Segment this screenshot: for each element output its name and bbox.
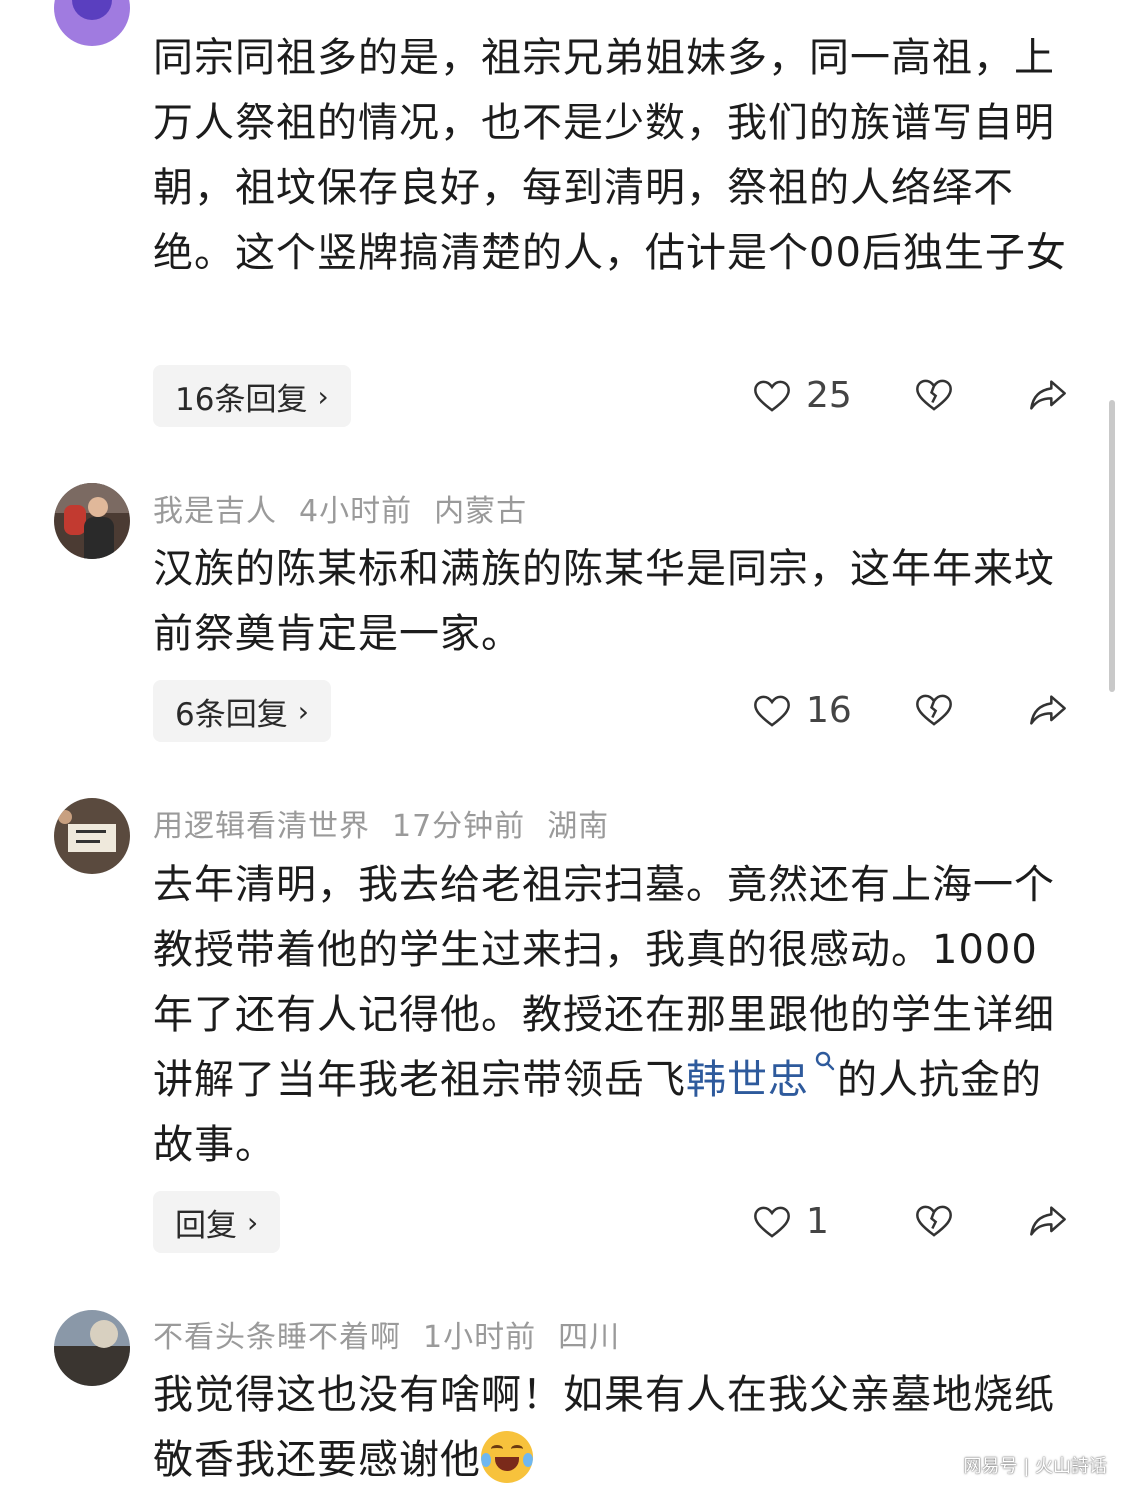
like-button[interactable]: 16 <box>752 690 852 731</box>
chevron-right-icon: › <box>247 1205 259 1239</box>
avatar[interactable] <box>54 1310 130 1386</box>
comment-text: 我觉得这也没有啥啊！如果有人在我父亲墓地烧纸敬香我还要感谢他 <box>153 1363 1073 1490</box>
dislike-button[interactable] <box>914 1201 954 1241</box>
broken-heart-icon <box>916 694 952 726</box>
search-icon[interactable] <box>813 1049 837 1073</box>
reply-count-label: 6条回复 <box>175 696 288 733</box>
chevron-right-icon: › <box>297 694 309 728</box>
dislike-button[interactable] <box>914 375 954 415</box>
username[interactable]: 不看头条睡不着啊 <box>153 1320 401 1355</box>
broken-heart-icon <box>916 379 952 411</box>
share-arrow-icon <box>1030 1206 1066 1236</box>
share-button[interactable] <box>1028 1201 1068 1241</box>
like-button[interactable]: 25 <box>752 375 852 416</box>
share-arrow-icon <box>1030 380 1066 410</box>
heart-outline-icon <box>754 380 790 412</box>
share-arrow-icon <box>1030 695 1066 725</box>
share-button[interactable] <box>1028 375 1068 415</box>
search-link[interactable]: 韩世忠 <box>686 1057 809 1103</box>
timestamp: 1小时前 <box>423 1320 537 1355</box>
timestamp: 4小时前 <box>299 494 413 529</box>
username[interactable]: 用逻辑看清世界 <box>153 809 370 844</box>
timestamp: 17分钟前 <box>392 809 526 844</box>
share-button[interactable] <box>1028 690 1068 730</box>
dislike-button[interactable] <box>914 690 954 730</box>
avatar[interactable] <box>54 483 130 559</box>
broken-heart-icon <box>916 1205 952 1237</box>
heart-outline-icon <box>754 1206 790 1238</box>
reply-count-label: 16条回复 <box>175 381 308 418</box>
username[interactable]: 我是吉人 <box>153 494 277 529</box>
view-replies-button[interactable]: 16条回复 › <box>153 365 351 427</box>
reply-label: 回复 <box>175 1207 237 1244</box>
laugh-cry-emoji <box>481 1431 533 1483</box>
avatar[interactable] <box>54 798 130 874</box>
location: 四川 <box>558 1320 621 1355</box>
comment-meta: 用逻辑看清世界 17分钟前 湖南 <box>153 801 631 845</box>
scrollbar[interactable] <box>1109 400 1115 692</box>
comment-text: 去年清明，我去给老祖宗扫墓。竟然还有上海一个教授带着他的学生过来扫，我真的很感动… <box>153 853 1073 1178</box>
like-count: 1 <box>806 1201 829 1242</box>
like-button[interactable]: 1 <box>752 1201 829 1242</box>
like-count: 16 <box>806 690 852 731</box>
comment-text-part: 我觉得这也没有啥啊！如果有人在我父亲墓地烧纸敬香我还要感谢他 <box>153 1372 1055 1483</box>
location: 湖南 <box>547 809 610 844</box>
like-count: 25 <box>806 375 852 416</box>
heart-outline-icon <box>754 695 790 727</box>
comment-meta: 不看头条睡不着啊 1小时前 四川 <box>153 1312 642 1356</box>
avatar[interactable] <box>54 0 130 46</box>
location: 内蒙古 <box>434 494 528 529</box>
comment-text: 汉族的陈某标和满族的陈某华是同宗，这年年来坟前祭奠肯定是一家。 <box>153 546 1055 657</box>
chevron-right-icon: › <box>317 379 329 413</box>
watermark: 网易号 | 火山詩话 <box>963 1456 1107 1477</box>
comment-meta: 我是吉人 4小时前 内蒙古 <box>153 486 549 530</box>
view-replies-button[interactable]: 6条回复 › <box>153 680 331 742</box>
reply-button[interactable]: 回复 › <box>153 1191 281 1253</box>
comment-text: 同宗同祖多的是，祖宗兄弟姐妹多，同一高祖，上万人祭祖的情况，也不是少数，我们的族… <box>153 35 1067 276</box>
